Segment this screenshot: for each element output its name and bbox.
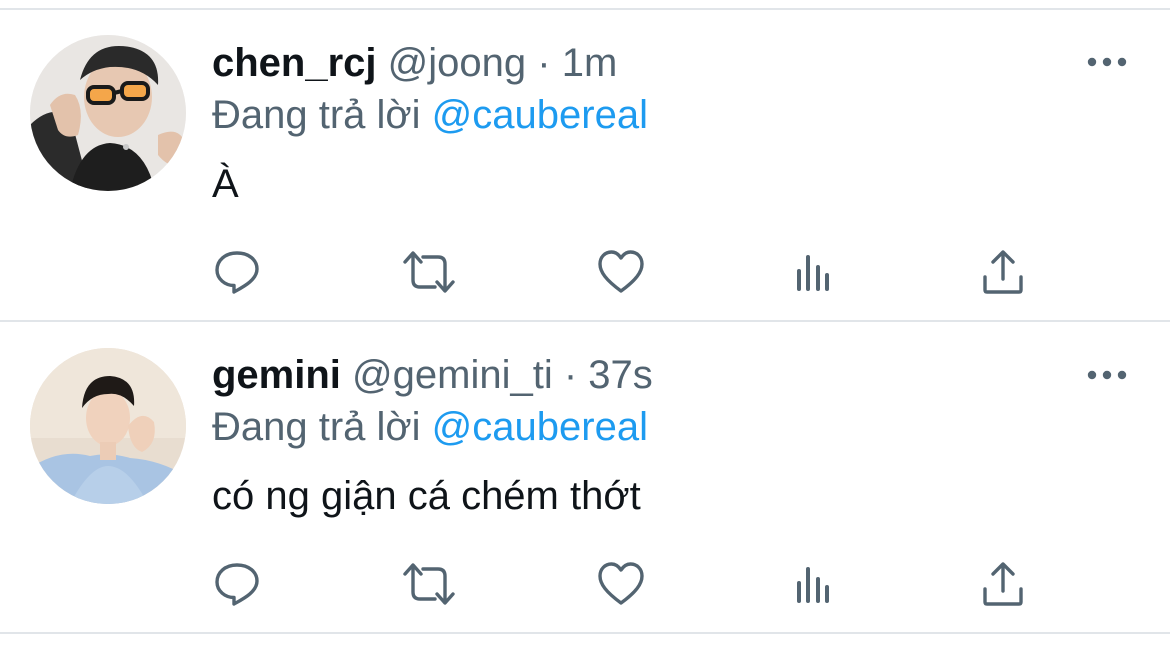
share-icon xyxy=(983,562,1023,606)
tweet-text: À xyxy=(212,162,239,206)
retweet-icon xyxy=(403,251,455,293)
reply-context: Đang trả lời @caubereal xyxy=(212,402,648,452)
share-button[interactable] xyxy=(973,242,1033,302)
tweet-header: gemini @gemini_ti · 37s xyxy=(212,350,653,400)
like-icon xyxy=(598,562,644,605)
user-handle[interactable]: @joong xyxy=(388,41,526,85)
more-button[interactable] xyxy=(1082,360,1132,390)
analytics-button[interactable] xyxy=(783,242,843,302)
display-name[interactable]: gemini xyxy=(212,353,341,397)
like-icon xyxy=(598,250,644,293)
reply-button[interactable] xyxy=(207,554,267,614)
timestamp[interactable]: 1m xyxy=(562,41,618,85)
divider xyxy=(0,8,1170,10)
separator-dot: · xyxy=(563,353,578,397)
user-handle[interactable]: @gemini_ti xyxy=(352,353,553,397)
reply-icon xyxy=(215,563,259,606)
tweet-actions xyxy=(0,242,1170,302)
avatar[interactable] xyxy=(30,35,186,191)
like-button[interactable] xyxy=(591,554,651,614)
divider xyxy=(0,320,1170,322)
analytics-icon xyxy=(797,255,829,291)
reply-prefix: Đang trả lời xyxy=(212,93,421,137)
display-name[interactable]: chen_rcj xyxy=(212,41,377,85)
retweet-button[interactable] xyxy=(399,554,459,614)
tweet-text: có ng giận cá chém thớt xyxy=(212,474,641,518)
tweet-feed: chen_rcj @joong · 1m Đang trả lời @caube… xyxy=(0,0,1170,645)
share-icon xyxy=(983,250,1023,294)
reply-button[interactable] xyxy=(207,242,267,302)
more-button[interactable] xyxy=(1082,47,1132,77)
reply-prefix: Đang trả lời xyxy=(212,405,421,449)
like-button[interactable] xyxy=(591,242,651,302)
timestamp[interactable]: 37s xyxy=(588,353,653,397)
separator-dot: · xyxy=(537,41,551,85)
analytics-icon xyxy=(797,567,829,603)
reply-context: Đang trả lời @caubereal xyxy=(212,90,648,140)
tweet-header: chen_rcj @joong · 1m xyxy=(212,38,617,88)
avatar[interactable] xyxy=(30,348,186,504)
reply-mention-link[interactable]: @caubereal xyxy=(432,405,648,449)
reply-mention-link[interactable]: @caubereal xyxy=(432,93,648,137)
share-button[interactable] xyxy=(973,554,1033,614)
divider xyxy=(0,632,1170,634)
retweet-icon xyxy=(403,563,455,605)
reply-icon xyxy=(215,251,259,294)
more-dots-icon xyxy=(1087,370,1127,380)
more-dots-icon xyxy=(1087,57,1127,67)
retweet-button[interactable] xyxy=(399,242,459,302)
tweet-actions xyxy=(0,554,1170,614)
analytics-button[interactable] xyxy=(783,554,843,614)
